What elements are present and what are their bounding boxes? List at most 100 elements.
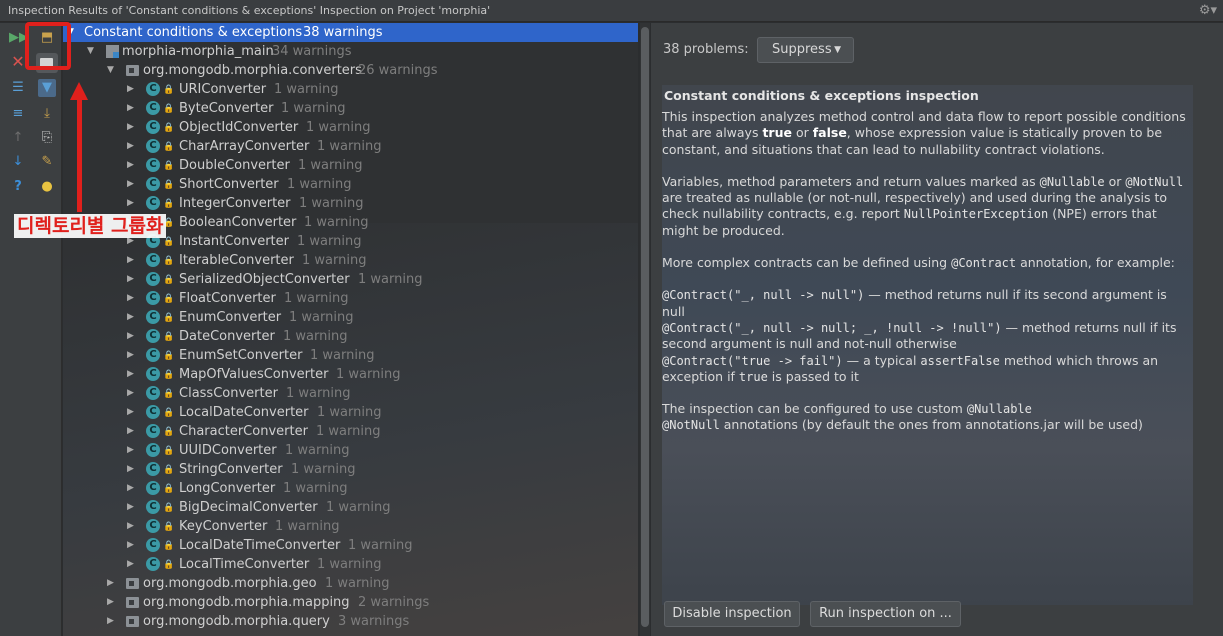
module-count: 34 warnings: [272, 44, 352, 59]
suppress-button[interactable]: Suppress ▼: [757, 37, 854, 63]
expand-arrow-icon[interactable]: ▶: [127, 156, 134, 175]
expand-arrow-icon[interactable]: ▶: [127, 175, 134, 194]
module-name: morphia-morphia_main: [122, 44, 274, 59]
class-name: ObjectIdConverter: [179, 120, 299, 135]
class-icon: C: [146, 253, 160, 267]
expand-arrow-icon[interactable]: ▶: [127, 118, 134, 137]
class-icon: C: [146, 462, 160, 476]
expand-arrow-icon[interactable]: ▼: [87, 42, 94, 61]
tree-class-row[interactable]: ▶ C 🔒 IterableConverter 1 warning: [63, 251, 638, 270]
tree-package-row[interactable]: ▶ org.mongodb.morphia.query 3 warnings: [63, 612, 638, 631]
package-icon: [126, 597, 139, 608]
annotation-arrow: [77, 92, 82, 212]
expand-arrow-icon[interactable]: ▶: [127, 80, 134, 99]
class-name: DoubleConverter: [179, 158, 290, 173]
expand-all-icon[interactable]: ☰: [9, 79, 27, 97]
apply-fix-icon[interactable]: ⎘: [38, 129, 56, 147]
next-icon[interactable]: ↓: [9, 153, 27, 171]
tree-class-row[interactable]: ▶ C 🔒 ShortConverter 1 warning: [63, 175, 638, 194]
tree-class-row[interactable]: ▶ C 🔒 KeyConverter 1 warning: [63, 517, 638, 536]
expand-arrow-icon[interactable]: ▶: [127, 346, 134, 365]
tree-module-row[interactable]: ▼ morphia-morphia_main 34 warnings: [63, 42, 638, 61]
previous-icon[interactable]: ↑: [9, 129, 27, 147]
run-inspection-button[interactable]: Run inspection on ...: [810, 601, 961, 627]
tree-class-row[interactable]: ▶ C 🔒 ByteConverter 1 warning: [63, 99, 638, 118]
lightbulb-icon[interactable]: ●: [38, 178, 56, 196]
description-paragraph-3: More complex contracts can be defined us…: [662, 255, 1175, 271]
help-icon[interactable]: ?: [9, 178, 27, 196]
tree-class-row[interactable]: ▶ C 🔒 CharacterConverter 1 warning: [63, 422, 638, 441]
inspection-results-tree[interactable]: ▼ Constant conditions & exceptions 38 wa…: [63, 23, 638, 636]
class-count: 1 warning: [285, 443, 350, 458]
expand-arrow-icon[interactable]: ▶: [127, 365, 134, 384]
tree-class-row[interactable]: ▶ C 🔒 UUIDConverter 1 warning: [63, 441, 638, 460]
tree-class-row[interactable]: ▶ C 🔒 DoubleConverter 1 warning: [63, 156, 638, 175]
tree-class-row[interactable]: ▶ C 🔒 LocalDateConverter 1 warning: [63, 403, 638, 422]
description-paragraph-5: The inspection can be configured to use …: [662, 401, 1143, 433]
tree-package-row[interactable]: ▶ org.mongodb.morphia.mapping 2 warnings: [63, 593, 638, 612]
expand-arrow-icon[interactable]: ▶: [127, 384, 134, 403]
expand-arrow-icon[interactable]: ▶: [127, 498, 134, 517]
expand-arrow-icon[interactable]: ▶: [127, 308, 134, 327]
description-title: Constant conditions & exceptions inspect…: [664, 88, 979, 103]
class-name: InstantConverter: [179, 234, 289, 249]
expand-arrow-icon[interactable]: ▶: [107, 574, 114, 593]
expand-arrow-icon[interactable]: ▶: [127, 137, 134, 156]
tree-class-row[interactable]: ▶ C 🔒 StringConverter 1 warning: [63, 460, 638, 479]
lock-icon: 🔒: [163, 294, 175, 304]
expand-arrow-icon[interactable]: ▶: [127, 460, 134, 479]
tree-package-row[interactable]: ▶ org.mongodb.morphia.geo 1 warning: [63, 574, 638, 593]
tree-class-row[interactable]: ▶ C 🔒 BigDecimalConverter 1 warning: [63, 498, 638, 517]
expand-arrow-icon[interactable]: ▶: [107, 612, 114, 631]
tree-class-row[interactable]: ▶ C 🔒 EnumSetConverter 1 warning: [63, 346, 638, 365]
tree-class-row[interactable]: ▶ C 🔒 MapOfValuesConverter 1 warning: [63, 365, 638, 384]
import-icon[interactable]: ⤓: [38, 105, 56, 123]
lock-icon: 🔒: [163, 161, 175, 171]
expand-arrow-icon[interactable]: ▶: [127, 441, 134, 460]
tree-class-row[interactable]: ▶ C 🔒 IntegerConverter 1 warning: [63, 194, 638, 213]
description-text: This inspection analyzes method control …: [662, 109, 1190, 450]
expand-arrow-icon[interactable]: ▶: [127, 270, 134, 289]
tree-class-row[interactable]: ▶ C 🔒 ObjectIdConverter 1 warning: [63, 118, 638, 137]
expand-arrow-icon[interactable]: ▶: [127, 555, 134, 574]
lock-icon: 🔒: [163, 370, 175, 380]
expand-arrow-icon[interactable]: ▶: [127, 403, 134, 422]
tree-class-row[interactable]: ▶ C 🔒 LocalTimeConverter 1 warning: [63, 555, 638, 574]
tree-class-row[interactable]: ▶ C 🔒 CharArrayConverter 1 warning: [63, 137, 638, 156]
expand-arrow-icon[interactable]: ▶: [127, 517, 134, 536]
tree-class-row[interactable]: ▶ C 🔒 DateConverter 1 warning: [63, 327, 638, 346]
settings-icon[interactable]: ✎: [38, 153, 56, 171]
package-count: 1 warning: [325, 576, 390, 591]
expand-arrow-icon[interactable]: ▶: [127, 422, 134, 441]
class-name: UUIDConverter: [179, 443, 277, 458]
expand-arrow-icon[interactable]: ▶: [127, 289, 134, 308]
expand-arrow-icon[interactable]: ▶: [107, 593, 114, 612]
expand-arrow-icon[interactable]: ▶: [127, 479, 134, 498]
lock-icon: 🔒: [163, 351, 175, 361]
tree-class-row[interactable]: ▶ C 🔒 LocalDateTimeConverter 1 warning: [63, 536, 638, 555]
expand-arrow-icon[interactable]: ▼: [107, 61, 114, 80]
tree-package-row[interactable]: ▼ org.mongodb.morphia.converters 26 warn…: [63, 61, 638, 80]
package-icon: [126, 65, 139, 76]
expand-arrow-icon[interactable]: ▶: [127, 536, 134, 555]
tree-class-row[interactable]: ▶ C 🔒 SerializedObjectConverter 1 warning: [63, 270, 638, 289]
scrollbar-thumb[interactable]: [641, 27, 649, 627]
class-name: LongConverter: [179, 481, 276, 496]
lock-icon: 🔒: [163, 503, 175, 513]
expand-arrow-icon[interactable]: ▶: [127, 99, 134, 118]
tree-class-row[interactable]: ▶ C 🔒 LongConverter 1 warning: [63, 479, 638, 498]
expand-arrow-icon[interactable]: ▶: [127, 194, 134, 213]
expand-arrow-icon[interactable]: ▶: [127, 251, 134, 270]
tree-class-row[interactable]: ▶ C 🔒 ClassConverter 1 warning: [63, 384, 638, 403]
disable-inspection-button[interactable]: Disable inspection: [664, 601, 800, 627]
tree-scrollbar[interactable]: [640, 23, 650, 636]
tree-class-row[interactable]: ▶ C 🔒 EnumConverter 1 warning: [63, 308, 638, 327]
tree-class-row[interactable]: ▶ C 🔒 URIConverter 1 warning: [63, 80, 638, 99]
filter-icon[interactable]: ▼: [38, 79, 56, 97]
collapse-all-icon[interactable]: ≡: [9, 105, 27, 123]
expand-arrow-icon[interactable]: ▶: [127, 327, 134, 346]
tree-class-row[interactable]: ▶ C 🔒 FloatConverter 1 warning: [63, 289, 638, 308]
settings-gear-icon[interactable]: ⚙▾: [1199, 0, 1217, 22]
class-count: 1 warning: [284, 291, 349, 306]
tree-root-row[interactable]: ▼ Constant conditions & exceptions 38 wa…: [63, 23, 638, 42]
